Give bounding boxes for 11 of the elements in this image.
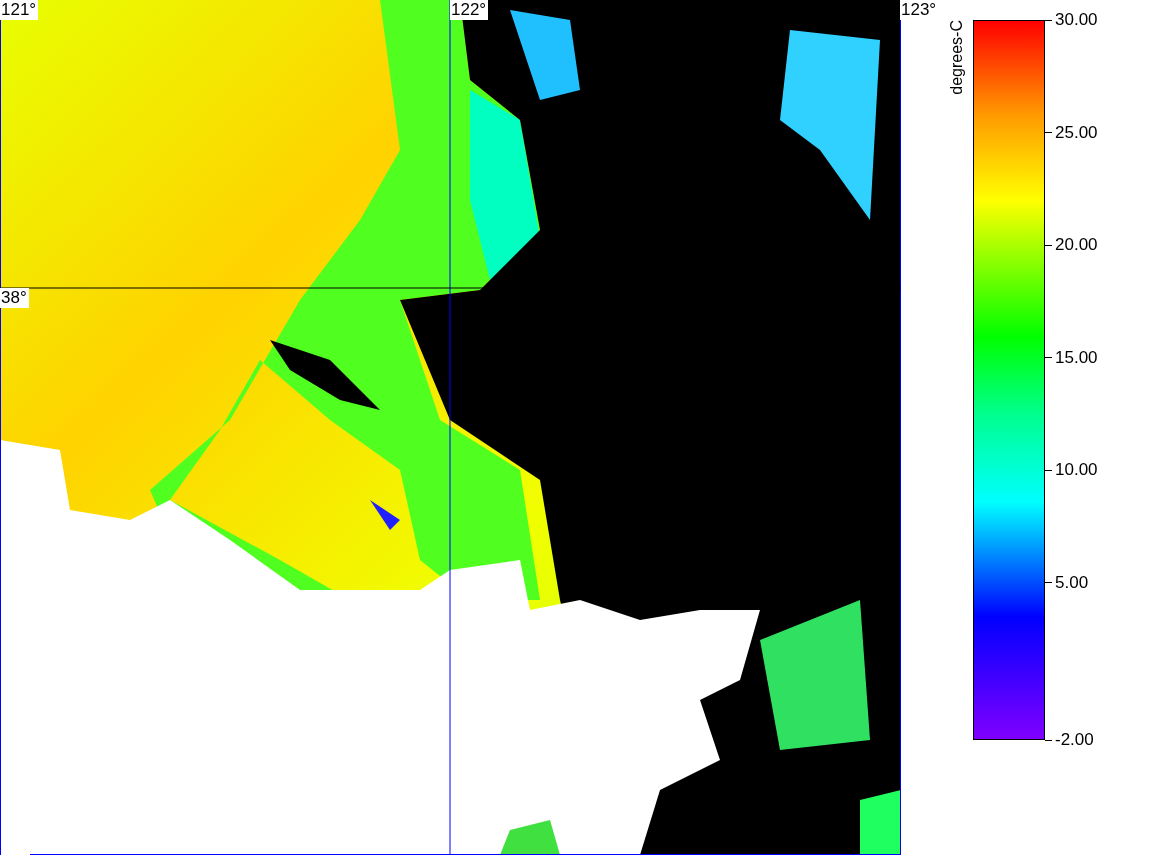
longitude-label: 121° [0,0,39,20]
latitude-label: 38° [0,288,29,308]
colorbar-tick-label: 5.00 [1055,572,1089,593]
colorbar-tick-label: -2.00 [1055,730,1094,750]
colorbar-tick-label: 15.00 [1055,347,1098,368]
longitude-label: 122° [450,0,489,20]
colorbar-tick-label: 25.00 [1055,122,1098,143]
colorbar-title: degrees-C [948,20,966,95]
colorbar-tick-label: 30.00 [1055,10,1098,30]
colorbar-tick-label: 20.00 [1055,235,1098,255]
colorbar-tick-label: 10.00 [1055,460,1098,480]
